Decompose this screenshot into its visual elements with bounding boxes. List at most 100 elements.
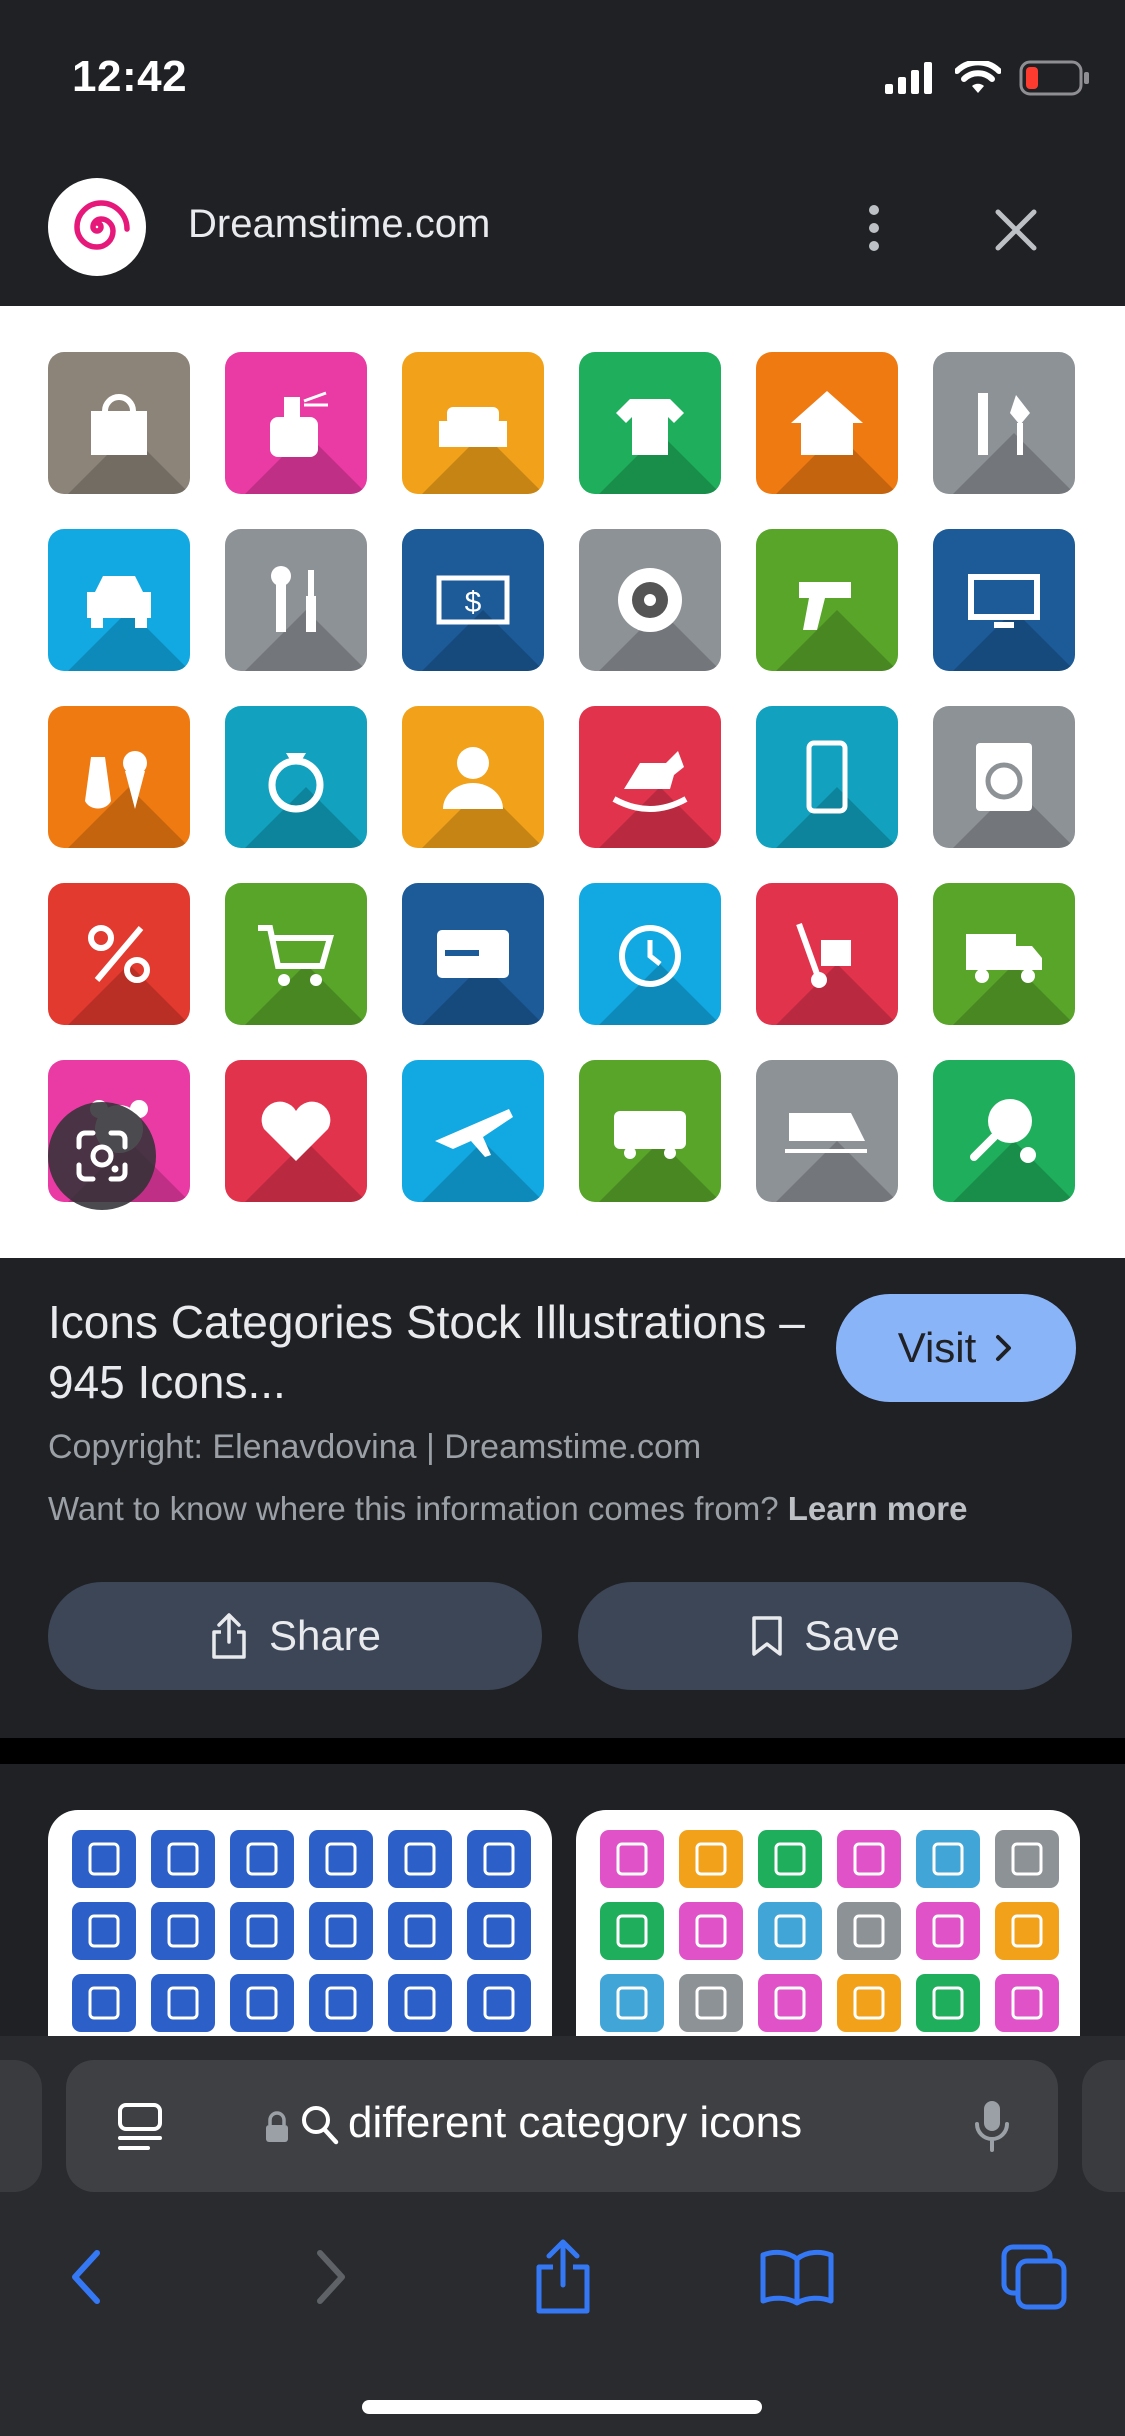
thumbnail-icon <box>916 1830 980 1888</box>
microphone-icon[interactable] <box>972 2098 1012 2154</box>
thumbnail-icon <box>837 1902 901 1960</box>
more-vert-icon[interactable] <box>852 196 896 260</box>
thumbnail-icon <box>679 1974 743 2032</box>
tabs-icon[interactable] <box>990 2232 1080 2322</box>
bookmarks-icon[interactable] <box>752 2232 842 2322</box>
money-ticket-icon: $ <box>402 529 544 671</box>
google-lens-icon[interactable] <box>48 1102 156 1210</box>
thumbnail-icon <box>758 1830 822 1888</box>
thumbnail-icon <box>679 1902 743 1960</box>
thumbnail-icon <box>467 1974 531 2032</box>
tire-icon <box>579 529 721 671</box>
next-tab-peek[interactable] <box>1082 2060 1125 2192</box>
result-title[interactable]: Icons Categories Stock Illustrations – 9… <box>48 1292 808 1412</box>
thumbnail-icon <box>600 1974 664 2032</box>
preview-image[interactable]: $ <box>0 306 1125 1258</box>
airplane-icon <box>402 1060 544 1202</box>
thumbnail-icon <box>230 1902 294 1960</box>
svg-text:$: $ <box>465 586 482 619</box>
site-name[interactable]: Dreamstime.com <box>188 202 490 247</box>
bookmark-icon <box>752 1616 782 1656</box>
thumbnail-icon <box>995 1974 1059 2032</box>
wifi-icon <box>955 61 1001 93</box>
related-result-card-blue[interactable] <box>48 1810 552 2036</box>
search-query: different category icons <box>348 2098 803 2147</box>
forward-icon[interactable] <box>285 2232 375 2322</box>
thumbnail-icon <box>151 1830 215 1888</box>
house-icon <box>756 352 898 494</box>
copyright-text: Copyright: Elenavdovina | Dreamstime.com <box>48 1428 702 1466</box>
thumbnail-icon <box>72 1830 136 1888</box>
thumbnail-icon <box>916 1974 980 2032</box>
thumbnail-icon <box>837 1974 901 2032</box>
drill-icon <box>756 529 898 671</box>
wrench-screwdriver-icon <box>225 529 367 671</box>
rocking-horse-icon <box>579 706 721 848</box>
tv-icon <box>933 529 1075 671</box>
search-icon <box>302 2106 339 2145</box>
thumbnail-icon <box>837 1830 901 1888</box>
handbag-icon <box>48 352 190 494</box>
share-label: Share <box>268 1612 382 1659</box>
result-info-panel: Icons Categories Stock Illustrations – 9… <box>0 1258 1125 1738</box>
thumbnail-icon <box>309 1902 373 1960</box>
visit-button[interactable]: Visit <box>836 1294 1076 1402</box>
ping-pong-icon <box>933 1060 1075 1202</box>
status-bar: 12:42 <box>0 0 1125 160</box>
share-icon[interactable] <box>518 2232 608 2322</box>
garden-tools-icon <box>933 352 1075 494</box>
heart-icon <box>225 1060 367 1202</box>
thumbnail-icon <box>388 1902 452 1960</box>
thumbnail-icon <box>309 1974 373 2032</box>
status-icons <box>885 58 1091 98</box>
alarm-clock-icon <box>579 883 721 1025</box>
car-icon <box>48 529 190 671</box>
bus-icon <box>579 1060 721 1202</box>
credit-card-icon <box>402 883 544 1025</box>
thumbnail-icon <box>72 1902 136 1960</box>
thumbnail-icon <box>230 1830 294 1888</box>
back-icon[interactable] <box>42 2232 132 2322</box>
thumbnail-icon <box>388 1974 452 2032</box>
status-time: 12:42 <box>72 52 188 101</box>
thumbnail-icon <box>230 1974 294 2032</box>
reader-icon[interactable] <box>116 2102 164 2154</box>
lock-icon <box>266 2111 288 2142</box>
related-results <box>0 1764 1125 2036</box>
thumbnail-icon <box>72 1974 136 2032</box>
thumbnail-icon <box>309 1830 373 1888</box>
browser-bottom-bar: different category icons <box>0 2036 1125 2436</box>
thumbnail-icon <box>758 1902 822 1960</box>
info-prompt: Want to know where this information come… <box>48 1490 779 1527</box>
person-icon <box>402 706 544 848</box>
related-result-card-color[interactable] <box>576 1810 1080 2036</box>
cellular-signal-icon <box>885 62 932 94</box>
dreamstime-spiral-icon[interactable] <box>48 178 146 276</box>
perfume-icon <box>225 352 367 494</box>
save-label: Save <box>804 1612 900 1659</box>
section-divider <box>0 1738 1125 1764</box>
train-icon <box>756 1060 898 1202</box>
thumbnail-icon <box>600 1902 664 1960</box>
visit-label: Visit <box>897 1324 977 1371</box>
share-button[interactable]: Share <box>48 1582 542 1690</box>
delivery-truck-icon <box>933 883 1075 1025</box>
thumbnail-icon <box>151 1902 215 1960</box>
source-header: Dreamstime.com <box>0 160 1125 306</box>
battery-low-icon <box>1019 60 1089 96</box>
thumbnail-icon <box>995 1902 1059 1960</box>
thumbnail-icon <box>600 1830 664 1888</box>
thumbnail-icon <box>758 1974 822 2032</box>
thumbnail-icon <box>467 1830 531 1888</box>
address-bar[interactable]: different category icons <box>66 2060 1058 2192</box>
previous-tab-peek[interactable] <box>0 2060 42 2192</box>
close-icon[interactable] <box>984 198 1048 262</box>
shopping-cart-icon <box>225 883 367 1025</box>
thumbnail-icon <box>679 1830 743 1888</box>
thumbnail-icon <box>995 1830 1059 1888</box>
save-button[interactable]: Save <box>578 1582 1072 1690</box>
smartphone-icon <box>756 706 898 848</box>
share-icon <box>212 1613 246 1659</box>
learn-more-link[interactable]: Learn more <box>788 1490 968 1527</box>
info-source-text: Want to know where this information come… <box>48 1490 967 1528</box>
